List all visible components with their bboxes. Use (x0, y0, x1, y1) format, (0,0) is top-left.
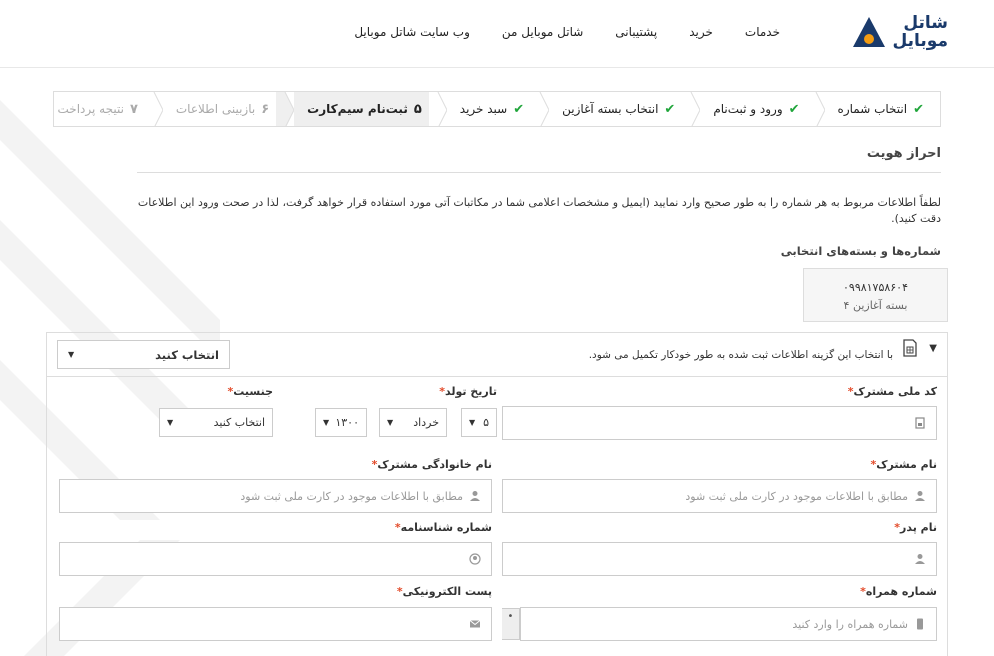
step-1[interactable]: ✔ انتخاب شماره (806, 92, 940, 126)
gender-label: جنسیت* (227, 385, 273, 398)
email-input[interactable] (59, 607, 492, 641)
autofill-select[interactable]: انتخاب کنید ▼ (57, 340, 230, 369)
step-3[interactable]: ✔ انتخاب بسته آغازین (531, 92, 691, 126)
first-name-placeholder: مطابق با اطلاعات موجود در کارت ملی ثبت ش… (685, 489, 908, 503)
check-icon: ✔ (664, 101, 676, 117)
main-nav: خدمات خرید پشتیبانی شاتل موبایل من وب سا… (354, 25, 780, 39)
email-label: پست الکترونیکی* (396, 585, 492, 598)
check-icon: ✔ (788, 101, 800, 117)
step-separator-chevron (144, 92, 163, 126)
check-icon: ✔ (513, 101, 525, 117)
dropdown-arrow-icon: ▼ (387, 418, 394, 427)
step-6: ۶ بازبینی اطلاعات (144, 92, 285, 126)
id-number-label: شماره شناسنامه* (394, 521, 492, 534)
step-label: سبد خرید (459, 102, 508, 116)
step-separator-chevron (531, 92, 550, 126)
autofill-bar: ▼ با انتخاب این گزینه اطلاعات ثبت شده به… (47, 333, 947, 377)
birth-day-select[interactable]: ۵ ▼ (461, 408, 497, 437)
step-label: ورود و ثبت‌نام (713, 102, 783, 116)
step-5: ۵ ثبت‌نام سیم‌کارت (276, 92, 438, 126)
brand-wordmark: شاتل موبایل (892, 13, 948, 51)
step-separator-chevron (276, 92, 295, 126)
autofill-hint: با انتخاب این گزینه اطلاعات ثبت شده به ط… (588, 349, 893, 361)
brand-logo[interactable]: شاتل موبایل (848, 12, 948, 52)
user-icon (470, 491, 480, 501)
selected-number: ۰۹۹۸۱۷۵۸۶۰۴ (843, 281, 908, 294)
dropdown-arrow-icon: ▼ (323, 418, 330, 427)
section-title: احراز هویت (866, 146, 941, 161)
birth-month-select[interactable]: خرداد ▼ (379, 408, 447, 437)
selected-numbers-title: شماره‌ها و بسته‌های انتخابی (780, 244, 941, 258)
mobile-prefix[interactable]: • (502, 608, 520, 640)
birth-date-label: تاریخ تولد* (439, 385, 497, 398)
step-separator-chevron (428, 92, 447, 126)
father-name-input[interactable] (502, 542, 937, 576)
gender-select[interactable]: انتخاب کنید ▼ (159, 408, 273, 437)
user-icon (915, 554, 925, 564)
first-name-label: نام مشترک* (870, 458, 937, 471)
site-header: شاتل موبایل خدمات خرید پشتیبانی شاتل موب… (0, 0, 994, 68)
national-code-field[interactable] (502, 406, 937, 440)
checkout-steps: ✔ انتخاب شماره ✔ ورود و ثبت‌نام ✔ انتخاب بسته… (53, 91, 941, 127)
mobile-phone-icon (917, 618, 923, 630)
step-2[interactable]: ✔ ورود و ثبت‌نام (682, 92, 815, 126)
selected-package-card[interactable]: ۰۹۹۸۱۷۵۸۶۰۴ بسته آغازین ۴ (803, 268, 948, 322)
step-label: انتخاب بسته آغازین (562, 102, 659, 116)
mobile-label: شماره همراه* (860, 585, 937, 598)
step-label: انتخاب شماره (837, 102, 908, 116)
identity-form: ▼ با انتخاب این گزینه اطلاعات ثبت شده به… (46, 332, 948, 656)
envelope-icon (469, 620, 481, 628)
last-name-input[interactable]: مطابق با اطلاعات موجود در کارت ملی ثبت ش… (59, 479, 492, 513)
nav-my-shatel[interactable]: شاتل موبایل من (502, 25, 583, 39)
user-icon (915, 491, 925, 501)
nav-buy[interactable]: خرید (689, 25, 713, 39)
step-separator-chevron (682, 92, 701, 126)
step-number: ۵ (413, 101, 422, 117)
selected-package-name: بسته آغازین ۴ (843, 299, 908, 312)
step-label: نتیجه پرداخت (57, 102, 124, 116)
step-number: ۶ (261, 101, 270, 117)
brand-logo-icon (853, 17, 886, 47)
step-number: ۷ (129, 101, 138, 117)
autofill-select-value: انتخاب کنید (155, 347, 219, 362)
dropdown-arrow-icon: ▼ (68, 350, 75, 359)
mobile-placeholder: شماره همراه را وارد کنید (792, 617, 908, 631)
step-separator-chevron (806, 92, 825, 126)
last-name-placeholder: مطابق با اطلاعات موجود در کارت ملی ثبت ش… (240, 489, 463, 503)
id-number-input[interactable] (59, 542, 492, 576)
national-code-label: کد ملی مشترک* (847, 385, 937, 398)
last-name-label: نام خانوادگی مشترک* (371, 458, 492, 471)
check-icon: ✔ (913, 101, 924, 117)
instruction-text: لطفاً اطلاعات مربوط به هر شماره را به طو… (137, 196, 941, 225)
sim-card-icon (903, 339, 917, 357)
birth-year-select[interactable]: ۱۳۰۰ ▼ (315, 408, 367, 437)
nav-services[interactable]: خدمات (745, 25, 780, 39)
nav-website[interactable]: وب سایت شاتل موبایل (354, 25, 470, 39)
divider (137, 172, 941, 173)
first-name-input[interactable]: مطابق با اطلاعات موجود در کارت ملی ثبت ش… (502, 479, 937, 513)
father-name-label: نام پدر* (894, 521, 937, 534)
step-label: بازبینی اطلاعات (175, 102, 256, 116)
dropdown-arrow-icon: ▼ (469, 418, 476, 427)
mobile-input[interactable]: شماره همراه را وارد کنید (520, 607, 937, 641)
step-7: ۷ نتیجه پرداخت (54, 92, 154, 126)
step-4[interactable]: ✔ سبد خرید (428, 92, 540, 126)
user-circle-icon (469, 553, 481, 565)
id-card-icon (915, 417, 925, 429)
nav-support[interactable]: پشتیبانی (615, 25, 657, 39)
dropdown-arrow-icon: ▼ (167, 418, 174, 427)
step-label: ثبت‌نام سیم‌کارت (307, 102, 408, 116)
collapse-caret-icon[interactable]: ▼ (929, 343, 937, 354)
